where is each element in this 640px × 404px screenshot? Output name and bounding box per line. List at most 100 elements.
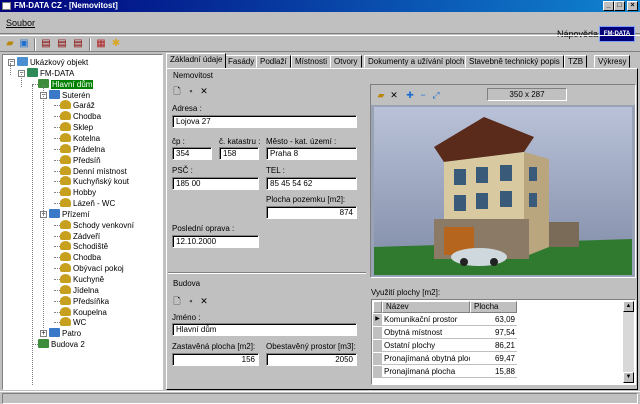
tab-stavebne-technicky-popis[interactable]: Stavebně technický popis <box>465 55 564 68</box>
row-pointer-icon[interactable]: ▶ <box>373 314 382 326</box>
save-icon[interactable]: ▣ <box>18 38 30 50</box>
close-button[interactable]: × <box>627 1 638 11</box>
cell-plocha[interactable]: 15,88 <box>471 366 515 378</box>
tree-node[interactable]: Kuchyně <box>60 274 104 284</box>
cell-nazev[interactable]: Komunikační prostor <box>384 314 470 326</box>
tree-node[interactable]: Kotelna <box>60 132 100 143</box>
cell-nazev[interactable]: Pronajímaná plocha <box>384 366 470 378</box>
zastavena-plocha-field[interactable]: 156 <box>172 353 259 366</box>
delete-image-icon[interactable]: ✕ <box>389 90 399 100</box>
cell-nazev[interactable]: Obytná místnost <box>384 327 470 339</box>
object-tree[interactable]: Ukázkový objekt − FM-DATA − Hlavní dům Suteré… <box>2 54 163 390</box>
tab-zakladni-udaje[interactable]: Základní údaje <box>166 53 227 68</box>
tree-node[interactable]: Sklep <box>60 122 93 132</box>
tree-node[interactable]: Jídelna <box>60 284 99 295</box>
tree-node[interactable]: Hobby <box>60 187 96 197</box>
table-row[interactable]: Ostatní plochy 86,21 <box>373 340 517 352</box>
tab-mistnosti[interactable]: Místnosti <box>291 55 332 68</box>
tree-node[interactable]: Prádelna <box>60 143 105 154</box>
tree-node[interactable]: Předsíň <box>60 154 101 165</box>
cp-field[interactable]: 354 <box>172 147 212 160</box>
tab-dokumenty[interactable]: Dokumenty a užívání ploch <box>364 55 469 68</box>
settings-icon[interactable]: ✱ <box>110 38 122 50</box>
tree-node[interactable]: Suterén <box>49 89 90 100</box>
new-building-icon[interactable]: 🗋 <box>172 296 182 306</box>
delete-building-icon[interactable]: ✕ <box>199 296 209 306</box>
tree-node[interactable]: Chodba <box>60 252 101 262</box>
tree-node[interactable]: Hlavní dům <box>38 78 94 89</box>
delete-icon[interactable]: ✕ <box>199 86 209 96</box>
tree-node[interactable]: Denní místnost <box>60 165 127 176</box>
table-row[interactable]: Pronajímaná plocha 15,88 <box>373 366 517 378</box>
tree-node[interactable]: FM-DATA <box>27 67 74 78</box>
cell-nazev[interactable]: Ostatní plochy <box>384 340 470 352</box>
zoom-out-icon[interactable]: − <box>418 90 428 100</box>
expand-icon[interactable]: + <box>40 330 47 338</box>
tree-node[interactable]: Obývací pokoj <box>60 263 124 273</box>
menu-bar: Soubor Nápověda FM-DATA <box>0 12 640 42</box>
maximize-button[interactable]: □ <box>614 1 625 11</box>
tree-node[interactable]: Předsíňka <box>60 295 109 306</box>
grid-scrollbar[interactable]: ▲ ▼ <box>623 301 634 383</box>
tree-node[interactable]: WC <box>60 317 86 327</box>
save-building-icon[interactable]: ▪ <box>186 296 196 306</box>
report3-icon[interactable]: ▤ <box>72 38 84 50</box>
new-document-icon[interactable]: 🗋 <box>172 86 182 96</box>
tree-node[interactable]: Přízemí <box>49 208 90 219</box>
adresa-field[interactable]: Lojova 27 <box>172 115 357 128</box>
tab-tzb[interactable]: TZB <box>564 55 588 68</box>
usage-grid[interactable]: Název Plocha ▶ Komunikační prostor 63,09 Ob… <box>371 299 636 385</box>
menu-soubor[interactable]: Soubor <box>6 18 35 28</box>
row-selector[interactable] <box>373 327 382 339</box>
obestaveny-prostor-field[interactable]: 2050 <box>266 353 357 366</box>
tree-node[interactable]: Schody venkovní <box>60 219 134 230</box>
tree-node[interactable]: Budova 2 <box>38 339 85 349</box>
tab-vykresy[interactable]: Výkresy <box>594 55 631 68</box>
app-window: FM-DATA CZ - [Nemovitost] _ □ × Soubor N… <box>0 0 640 404</box>
minimize-button[interactable]: _ <box>603 1 614 11</box>
jmeno-field[interactable]: Hlavní dům <box>172 323 357 336</box>
tree-node[interactable]: Koupelna <box>60 306 107 317</box>
tree-node[interactable]: Ukázkový objekt <box>17 57 88 67</box>
tree-node[interactable]: Schodiště <box>60 241 108 251</box>
tree-node[interactable]: Zádveří <box>60 230 100 241</box>
table-row[interactable]: Obytná místnost 97,54 <box>373 327 517 339</box>
tree-node[interactable]: Lázeň - WC <box>60 198 115 208</box>
tree-node[interactable]: Kuchyňský kout <box>60 176 129 186</box>
mesto-field[interactable]: Praha 8 <box>266 147 357 160</box>
column-header-nazev[interactable]: Název <box>382 301 470 313</box>
row-selector[interactable] <box>373 353 382 365</box>
zoom-fit-icon[interactable]: ⤢ <box>431 90 441 100</box>
psc-field[interactable]: 185 00 <box>172 177 259 190</box>
tree-node[interactable]: Garáž <box>60 100 95 110</box>
report2-icon[interactable]: ▤ <box>56 38 68 50</box>
katastr-field[interactable]: 158 <box>219 147 259 160</box>
scroll-up-arrow-icon[interactable]: ▲ <box>623 301 634 312</box>
cell-plocha[interactable]: 63,09 <box>471 314 515 326</box>
tree-node-label: Budova 2 <box>51 340 85 350</box>
tel-field[interactable]: 85 45 54 62 <box>266 177 357 190</box>
print-icon[interactable]: ▦ <box>95 38 107 50</box>
tab-podlazi[interactable]: Podlaží <box>256 55 291 68</box>
cell-plocha[interactable]: 97,54 <box>471 327 515 339</box>
tab-otvory[interactable]: Otvory <box>330 55 362 68</box>
zoom-in-icon[interactable]: ✚ <box>405 90 415 100</box>
report-icon[interactable]: ▤ <box>40 38 52 50</box>
row-selector[interactable] <box>373 366 382 378</box>
tab-fasady[interactable]: Fasády <box>224 55 259 68</box>
plocha-pozemku-field[interactable]: 874 <box>266 206 357 219</box>
table-row[interactable]: ▶ Komunikační prostor 63,09 <box>373 314 517 326</box>
row-selector[interactable] <box>373 340 382 352</box>
open-folder-icon[interactable]: ▰ <box>4 38 16 50</box>
tree-node[interactable]: Chodba <box>60 111 101 121</box>
open-image-icon[interactable]: ▰ <box>376 90 386 100</box>
column-header-plocha[interactable]: Plocha <box>470 301 517 313</box>
posledni-oprava-field[interactable]: 12.10.2000 <box>172 235 259 248</box>
cell-nazev[interactable]: Pronajímaná obytná ploc <box>384 353 470 365</box>
tree-node[interactable]: Patro <box>49 328 81 338</box>
scroll-down-arrow-icon[interactable]: ▼ <box>623 372 634 383</box>
table-row[interactable]: Pronajímaná obytná ploc 69,47 <box>373 353 517 365</box>
cell-plocha[interactable]: 69,47 <box>471 353 515 365</box>
cell-plocha[interactable]: 86,21 <box>471 340 515 352</box>
save-icon[interactable]: ▪ <box>186 86 196 96</box>
